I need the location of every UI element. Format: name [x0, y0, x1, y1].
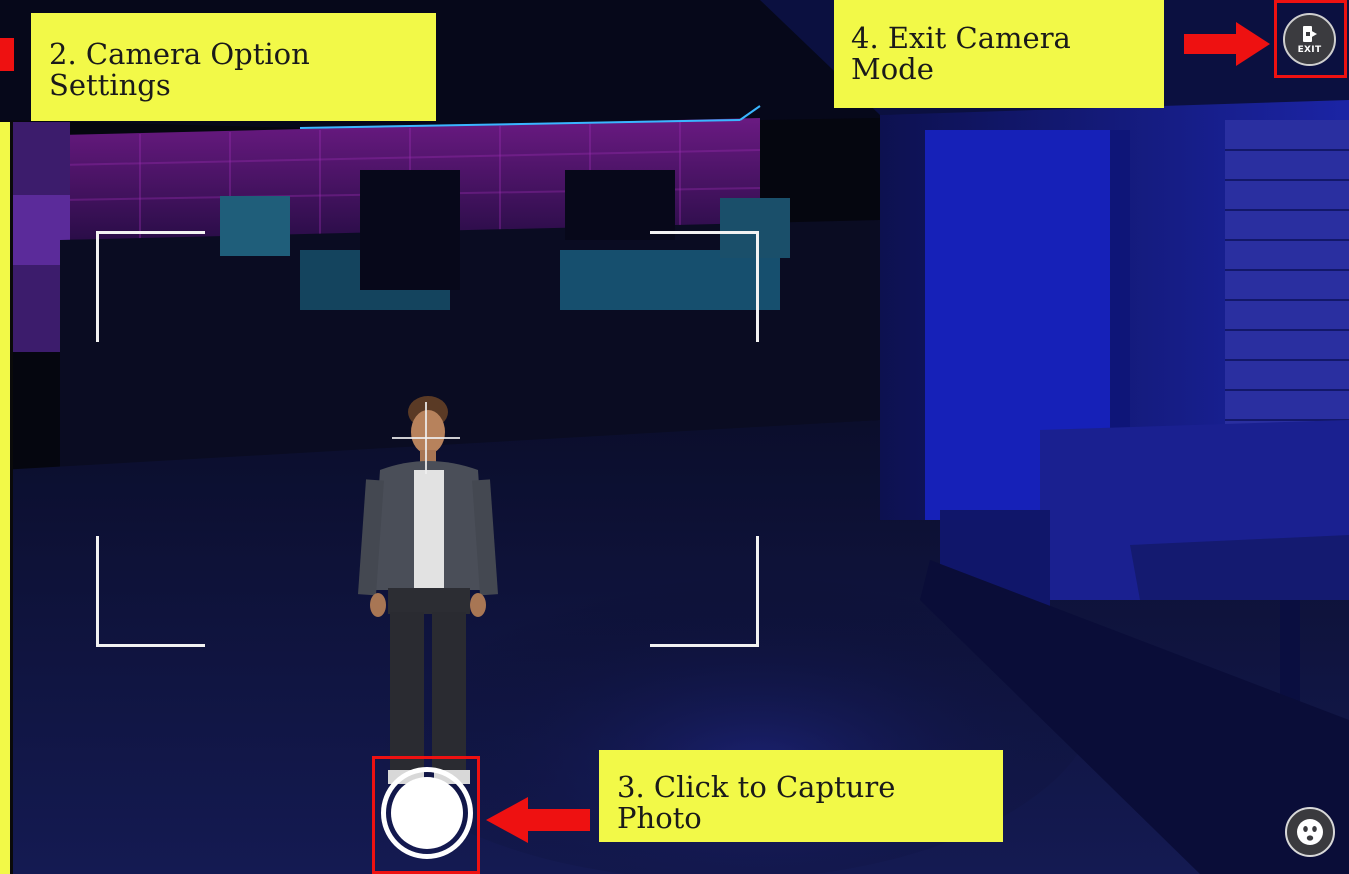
arrow-right-icon	[1184, 22, 1270, 66]
annotation-camera-settings-text: 2. Camera Option Settings	[49, 37, 310, 102]
capture-photo-button[interactable]	[381, 767, 473, 859]
annotation-exit-camera: 4. Exit Camera Mode	[834, 0, 1164, 108]
annotation-camera-settings: 2. Camera Option Settings	[31, 13, 436, 121]
annotation-edge-strip	[0, 122, 10, 874]
exit-door-icon	[1302, 26, 1317, 42]
viewfinder-corner-bottom-left	[96, 536, 205, 647]
exit-button-label: EXIT	[1297, 45, 1322, 55]
emote-button[interactable]	[1285, 807, 1335, 857]
viewfinder-corner-bottom-right	[650, 536, 759, 647]
shutter-icon	[391, 777, 463, 849]
game-scene-viewport	[0, 0, 1349, 874]
annotation-exit-camera-text: 4. Exit Camera Mode	[851, 21, 1071, 86]
viewfinder-corner-top-left	[96, 231, 205, 342]
smiley-face-icon	[1297, 819, 1323, 845]
exit-camera-button[interactable]: EXIT	[1283, 13, 1336, 66]
arrow-left-icon	[486, 797, 590, 843]
focus-crosshair-vertical	[425, 402, 427, 474]
viewfinder-corner-top-right	[650, 231, 759, 342]
annotation-capture-photo-text: 3. Click to Capture Photo	[617, 770, 896, 835]
annotation-capture-photo: 3. Click to Capture Photo	[599, 750, 1003, 842]
annotation-arrow-tip	[0, 38, 14, 71]
